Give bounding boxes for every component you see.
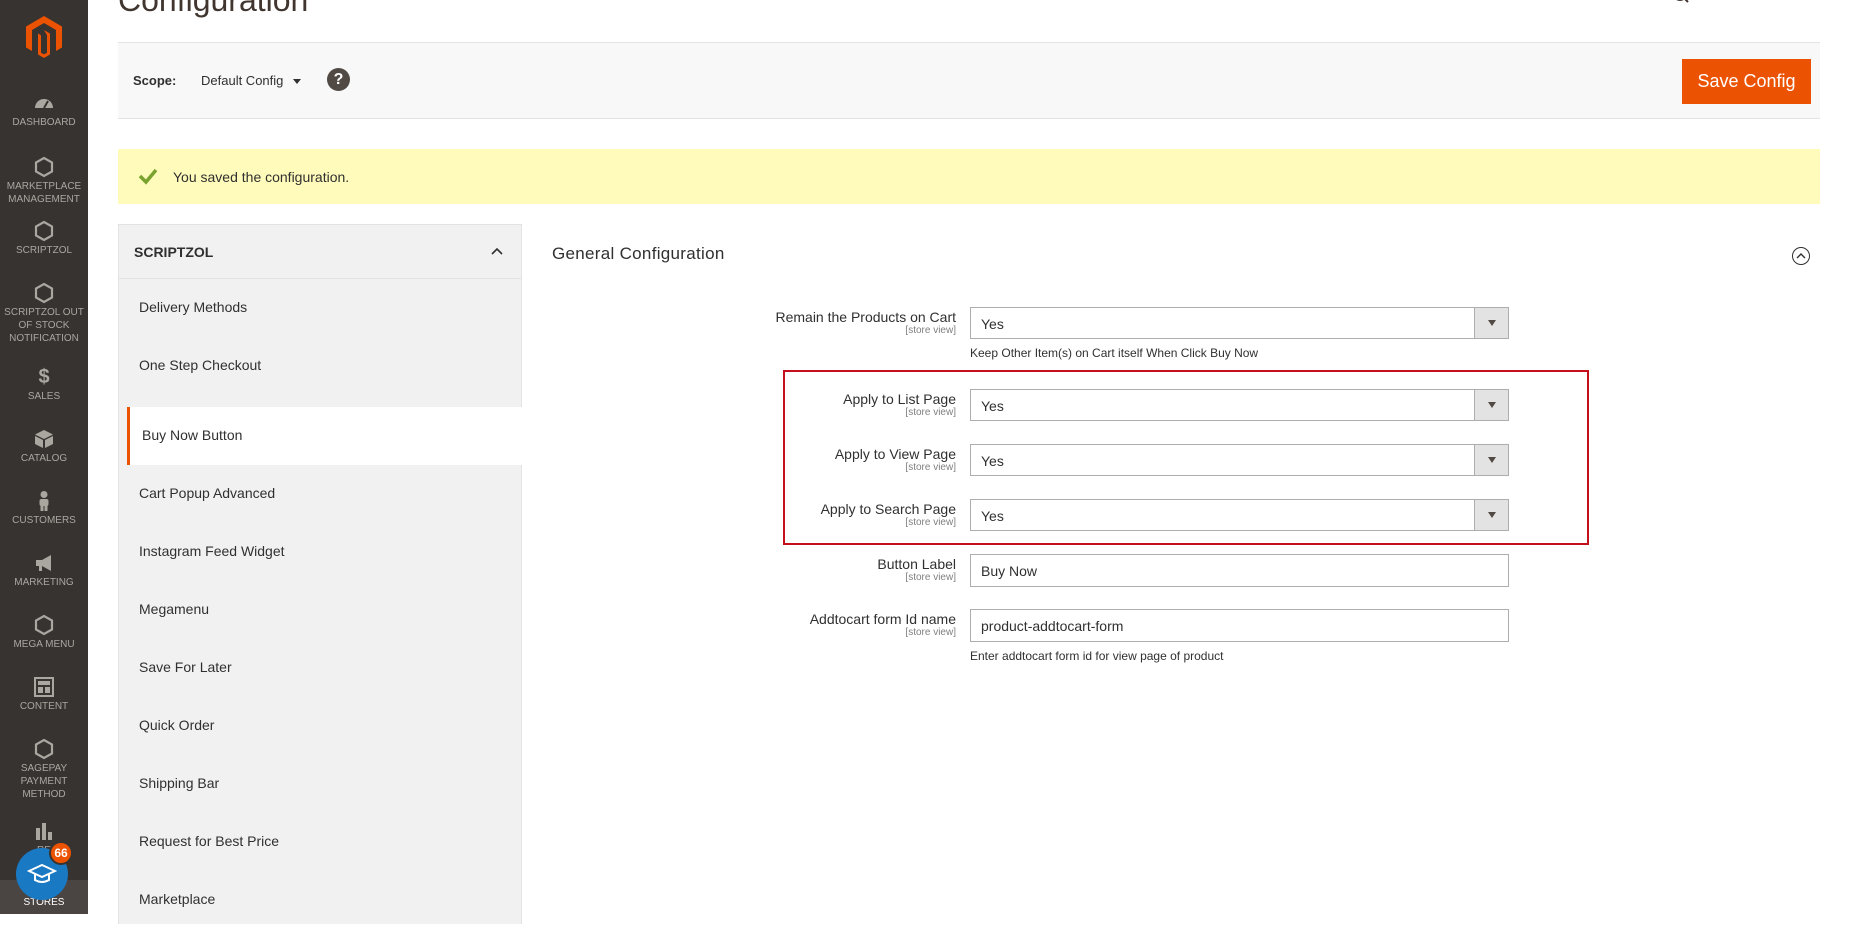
success-message: You saved the configuration. bbox=[118, 149, 1820, 204]
tab-shipping-bar[interactable]: Shipping Bar bbox=[119, 755, 521, 813]
collapse-section-icon[interactable] bbox=[1792, 247, 1810, 265]
nav-customers[interactable]: CUSTOMERS bbox=[0, 490, 88, 527]
checkmark-icon bbox=[138, 168, 158, 185]
megaphone-icon bbox=[33, 552, 55, 574]
bar-chart-icon bbox=[33, 820, 55, 842]
tab-save-for-later[interactable]: Save For Later bbox=[119, 639, 521, 697]
hexagon-icon bbox=[33, 282, 55, 304]
graduation-cap-icon bbox=[27, 863, 57, 883]
tab-cart-popup-advanced[interactable]: Cart Popup Advanced bbox=[119, 465, 521, 523]
tab-instagram-feed-widget[interactable]: Instagram Feed Widget bbox=[119, 523, 521, 581]
layout-icon bbox=[33, 676, 55, 698]
header-actions-icons bbox=[1676, 0, 1689, 3]
nav-sagepay[interactable]: SAGEPAY PAYMENT METHOD bbox=[0, 738, 88, 801]
tab-buy-now-button[interactable]: Buy Now Button bbox=[127, 407, 529, 465]
field-label-apply-view-page: Apply to View Page [store view] bbox=[834, 446, 956, 473]
caret-down-icon[interactable] bbox=[293, 79, 301, 84]
field-label-button-label: Button Label [store view] bbox=[877, 556, 956, 583]
save-config-button[interactable]: Save Config bbox=[1682, 59, 1811, 104]
tab-request-for-best-price[interactable]: Request for Best Price bbox=[119, 813, 521, 871]
nav-marketing[interactable]: MARKETING bbox=[0, 552, 88, 589]
chevron-up-icon bbox=[491, 247, 503, 255]
addtocart-form-id-note: Enter addtocart form id for view page of… bbox=[970, 649, 1224, 663]
nav-dashboard[interactable]: DASHBOARD bbox=[0, 92, 88, 129]
config-tabs: SCRIPTZOL Delivery Methods One Step Chec… bbox=[118, 224, 529, 924]
nav-sales[interactable]: $ SALES bbox=[0, 366, 88, 403]
apply-list-page-select[interactable]: Yes bbox=[970, 389, 1509, 421]
nav-scriptzol-out-of-stock[interactable]: SCRIPTZOL OUT OF STOCK NOTIFICATION bbox=[0, 282, 88, 345]
tab-delivery-methods[interactable]: Delivery Methods bbox=[119, 279, 521, 337]
hexagon-icon bbox=[33, 614, 55, 636]
hexagon-icon bbox=[33, 156, 55, 178]
nav-marketplace-management[interactable]: MARKETPLACE MANAGEMENT bbox=[0, 156, 88, 206]
section-title[interactable]: General Configuration bbox=[552, 244, 725, 264]
field-label-addtocart-form-id: Addtocart form Id name [store view] bbox=[809, 611, 956, 638]
hexagon-icon bbox=[33, 220, 55, 242]
apply-view-page-select[interactable]: Yes bbox=[970, 444, 1509, 476]
magento-logo-icon[interactable] bbox=[26, 16, 62, 58]
nav-scriptzol[interactable]: SCRIPTZOL bbox=[0, 220, 88, 257]
admin-sidebar: DASHBOARD MARKETPLACE MANAGEMENT SCRIPTZ… bbox=[0, 0, 88, 914]
box-icon bbox=[33, 428, 55, 450]
nav-content[interactable]: CONTENT bbox=[0, 676, 88, 713]
chevron-down-icon[interactable] bbox=[1474, 445, 1508, 475]
dollar-icon: $ bbox=[38, 366, 50, 388]
person-icon bbox=[33, 490, 55, 512]
nav-catalog[interactable]: CATALOG bbox=[0, 428, 88, 465]
chevron-down-icon[interactable] bbox=[1474, 308, 1508, 338]
apply-search-page-select[interactable]: Yes bbox=[970, 499, 1509, 531]
message-text: You saved the configuration. bbox=[173, 169, 350, 185]
addtocart-form-id-input[interactable] bbox=[970, 609, 1509, 642]
tab-megamenu[interactable]: Megamenu bbox=[119, 581, 521, 639]
button-label-input[interactable] bbox=[970, 554, 1509, 587]
help-icon[interactable]: ? bbox=[327, 68, 350, 91]
field-label-apply-search-page: Apply to Search Page [store view] bbox=[820, 501, 956, 528]
remain-products-note: Keep Other Item(s) on Cart itself When C… bbox=[970, 346, 1259, 360]
tab-marketplace[interactable]: Marketplace bbox=[119, 871, 521, 929]
scope-switcher[interactable]: Default Config bbox=[201, 73, 283, 88]
nav-mega-menu[interactable]: MEGA MENU bbox=[0, 614, 88, 651]
chevron-down-icon[interactable] bbox=[1474, 500, 1508, 530]
chevron-down-icon[interactable] bbox=[1474, 390, 1508, 420]
tab-quick-order[interactable]: Quick Order bbox=[119, 697, 521, 755]
field-label-remain-products: Remain the Products on Cart [store view] bbox=[775, 309, 956, 336]
remain-products-select[interactable]: Yes bbox=[970, 307, 1509, 339]
scope-bar: Scope: Default Config ? Save Config bbox=[118, 42, 1820, 119]
hexagon-icon bbox=[33, 738, 55, 760]
tab-one-step-checkout[interactable]: One Step Checkout bbox=[119, 337, 521, 395]
tab-group-scriptzol[interactable]: SCRIPTZOL bbox=[119, 225, 521, 279]
field-label-apply-list-page: Apply to List Page [store view] bbox=[843, 391, 956, 418]
dashboard-icon bbox=[33, 92, 55, 114]
notification-badge: 66 bbox=[49, 841, 73, 865]
scope-label: Scope: bbox=[133, 73, 177, 88]
page-title: Configuration bbox=[118, 0, 309, 18]
tab-group-label: SCRIPTZOL bbox=[134, 244, 214, 260]
